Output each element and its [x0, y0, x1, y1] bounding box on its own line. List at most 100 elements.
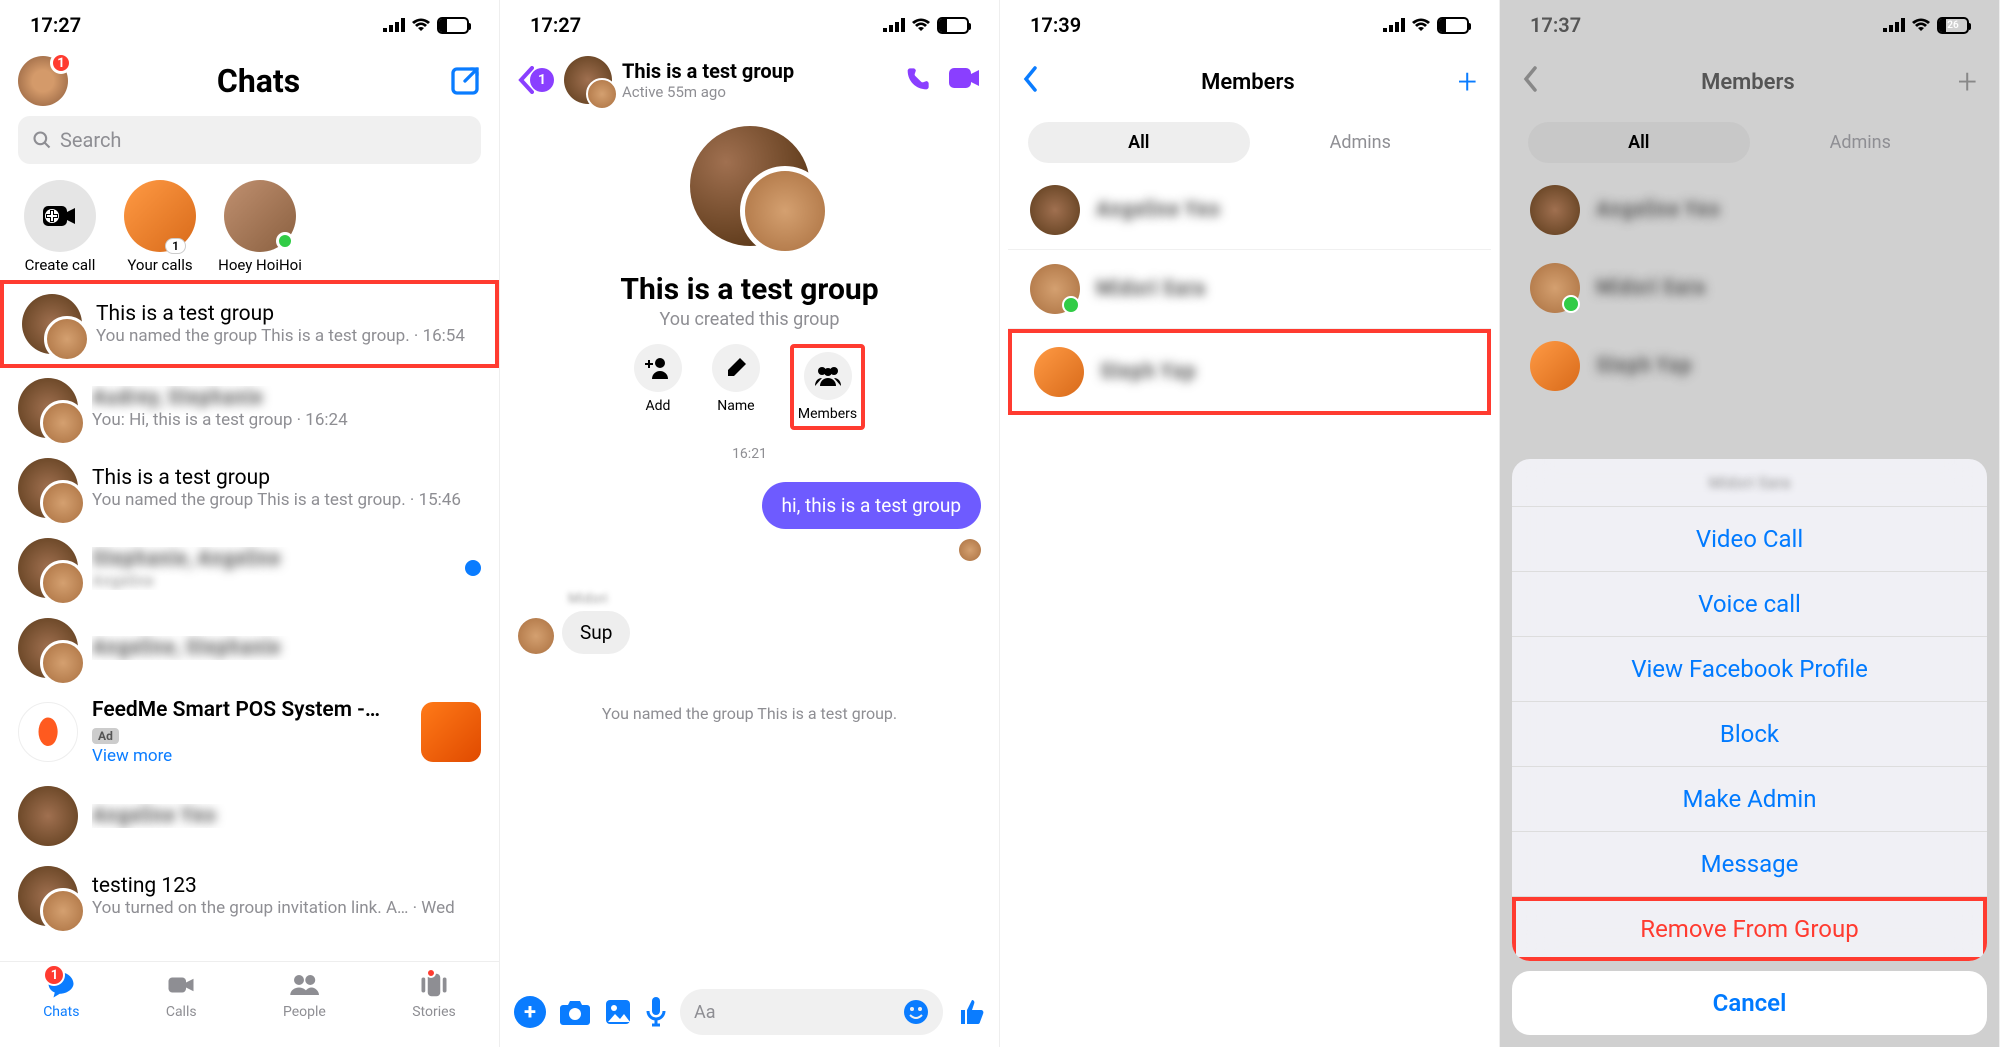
member-row[interactable]: Steph Yap	[1008, 329, 1491, 415]
tab-all[interactable]: All	[1028, 122, 1250, 163]
microphone-icon[interactable]	[646, 997, 666, 1027]
back-button[interactable]	[1022, 62, 1038, 102]
tab-admins[interactable]: Admins	[1250, 122, 1472, 163]
ad-thumbnail	[421, 702, 481, 762]
voice-call-action[interactable]: Voice call	[1512, 572, 1987, 637]
member-row[interactable]: Midori Sara	[1008, 250, 1491, 329]
video-call-icon[interactable]	[949, 66, 981, 90]
member-row[interactable]: Angeline Yeo	[1008, 171, 1491, 250]
profile-avatar[interactable]: 1	[18, 56, 68, 106]
plus-button[interactable]: +	[514, 996, 546, 1028]
status-time: 17:37	[1530, 13, 1883, 37]
chat-item[interactable]: This is a test groupYou named the group …	[0, 280, 499, 368]
tab-dot-badge	[426, 968, 436, 978]
back-button[interactable]: 1	[518, 66, 554, 94]
camera-icon[interactable]	[560, 999, 590, 1025]
member-avatar	[1530, 185, 1580, 235]
cancel-button[interactable]: Cancel	[1512, 971, 1987, 1035]
tab-chats[interactable]: 1Chats	[43, 970, 79, 1020]
wifi-icon	[1911, 18, 1931, 32]
members-button[interactable]: Members	[790, 344, 865, 430]
chat-item[interactable]: Angeline Yeo	[0, 776, 499, 856]
your-calls-button[interactable]: 1 Your calls	[118, 180, 202, 274]
status-time: 17:39	[1030, 13, 1383, 37]
ad-logo-icon: ⬮	[18, 702, 78, 762]
add-member-button[interactable]: +	[1958, 62, 1977, 102]
screen-members-list: 17:39 26 Members + All Admins Angeline Y…	[1000, 0, 1500, 1047]
cellular-icon	[383, 18, 405, 32]
chat-avatar	[18, 538, 78, 598]
compose-icon[interactable]	[449, 65, 481, 97]
page-title: Chats	[68, 62, 449, 100]
members-header: Members +	[1500, 50, 1999, 114]
name-button[interactable]: Name	[712, 344, 760, 430]
status-bar: 17:37 26	[1500, 0, 1999, 50]
screen-members-actionsheet: 17:37 26 Members + All Admins Angeline Y…	[1500, 0, 2000, 1047]
cellular-icon	[883, 18, 905, 32]
chat-item[interactable]: Angeline, Stephanie	[0, 608, 499, 688]
chat-title: Angeline Yeo	[92, 804, 481, 828]
tab-people[interactable]: People	[283, 970, 326, 1020]
chat-item-ad[interactable]: ⬮ FeedMe Smart POS System -… AdView more	[0, 688, 499, 776]
story-label: Create call	[25, 256, 96, 274]
emoji-icon[interactable]	[903, 999, 929, 1025]
member-row[interactable]: Midori Sara	[1508, 249, 1991, 327]
page-title: Members	[1201, 70, 1295, 95]
add-button[interactable]: Add	[634, 344, 682, 430]
make-admin-action[interactable]: Make Admin	[1512, 767, 1987, 832]
member-row[interactable]: Angeline Yeo	[1508, 171, 1991, 249]
story-hoey[interactable]: Hoey HoiHoi	[218, 180, 302, 274]
chat-item[interactable]: testing 123You turned on the group invit…	[0, 856, 499, 936]
presence-indicator	[276, 232, 294, 250]
profile-badge: 1	[50, 52, 72, 74]
member-row[interactable]: Steph Yap	[1508, 327, 1991, 405]
action-sheet-group: Midori Sara Video Call Voice call View F…	[1512, 459, 1987, 961]
search-placeholder: Search	[60, 128, 121, 152]
message-outgoing[interactable]: hi, this is a test group	[762, 482, 981, 529]
unread-indicator	[465, 560, 481, 576]
view-more-link[interactable]: View more	[92, 746, 407, 766]
back-button[interactable]	[1522, 62, 1538, 102]
chat-item[interactable]: This is a test groupYou named the group …	[0, 448, 499, 528]
chat-title-block[interactable]: This is a test groupActive 55m ago	[622, 59, 893, 101]
create-call-button[interactable]: Create call	[18, 180, 102, 274]
member-name: Steph Yap	[1100, 360, 1196, 384]
chat-header: 1 This is a test groupActive 55m ago	[500, 50, 999, 116]
video-call-action[interactable]: Video Call	[1512, 507, 1987, 572]
group-avatar-small[interactable]	[564, 56, 612, 104]
call-icon[interactable]	[903, 66, 931, 94]
search-input[interactable]: Search	[18, 116, 481, 164]
message-input-bar: + Aa	[500, 989, 999, 1035]
remove-from-group-action[interactable]: Remove From Group	[1512, 897, 1987, 961]
sender-avatar[interactable]	[518, 618, 554, 654]
people-icon	[289, 970, 319, 1000]
tab-admins[interactable]: Admins	[1750, 122, 1972, 163]
chat-item[interactable]: Stephanie, AngelineAngeline	[0, 528, 499, 608]
message-input[interactable]: Aa	[680, 989, 943, 1035]
tab-all[interactable]: All	[1528, 122, 1750, 163]
message-incoming[interactable]: Sup	[562, 611, 630, 654]
battery-icon: 26	[1937, 17, 1969, 34]
tab-bar: 1Chats Calls People Stories	[0, 961, 499, 1047]
chat-avatar	[18, 458, 78, 518]
chat-title: This is a test group	[92, 466, 481, 490]
chat-avatar	[18, 786, 78, 846]
tab-stories[interactable]: Stories	[412, 970, 456, 1020]
gallery-icon[interactable]	[604, 998, 632, 1026]
page-title: Members	[1701, 70, 1795, 95]
stories-row: Create call 1 Your calls Hoey HoiHoi	[0, 164, 499, 280]
member-avatar	[1530, 341, 1580, 391]
system-message: You named the group This is a test group…	[500, 704, 999, 723]
add-member-button[interactable]: +	[1458, 62, 1477, 102]
segment-control: All Admins	[1528, 122, 1971, 163]
message-action[interactable]: Message	[1512, 832, 1987, 897]
status-indicators: 27	[383, 17, 469, 34]
tab-calls[interactable]: Calls	[166, 970, 197, 1020]
chat-title: Audrey, Stephanie	[92, 386, 481, 410]
block-action[interactable]: Block	[1512, 702, 1987, 767]
story-label: Your calls	[127, 256, 192, 274]
like-icon[interactable]	[957, 998, 985, 1026]
chat-item[interactable]: Audrey, StephanieYou: Hi, this is a test…	[0, 368, 499, 448]
video-icon	[166, 970, 196, 1000]
view-profile-action[interactable]: View Facebook Profile	[1512, 637, 1987, 702]
